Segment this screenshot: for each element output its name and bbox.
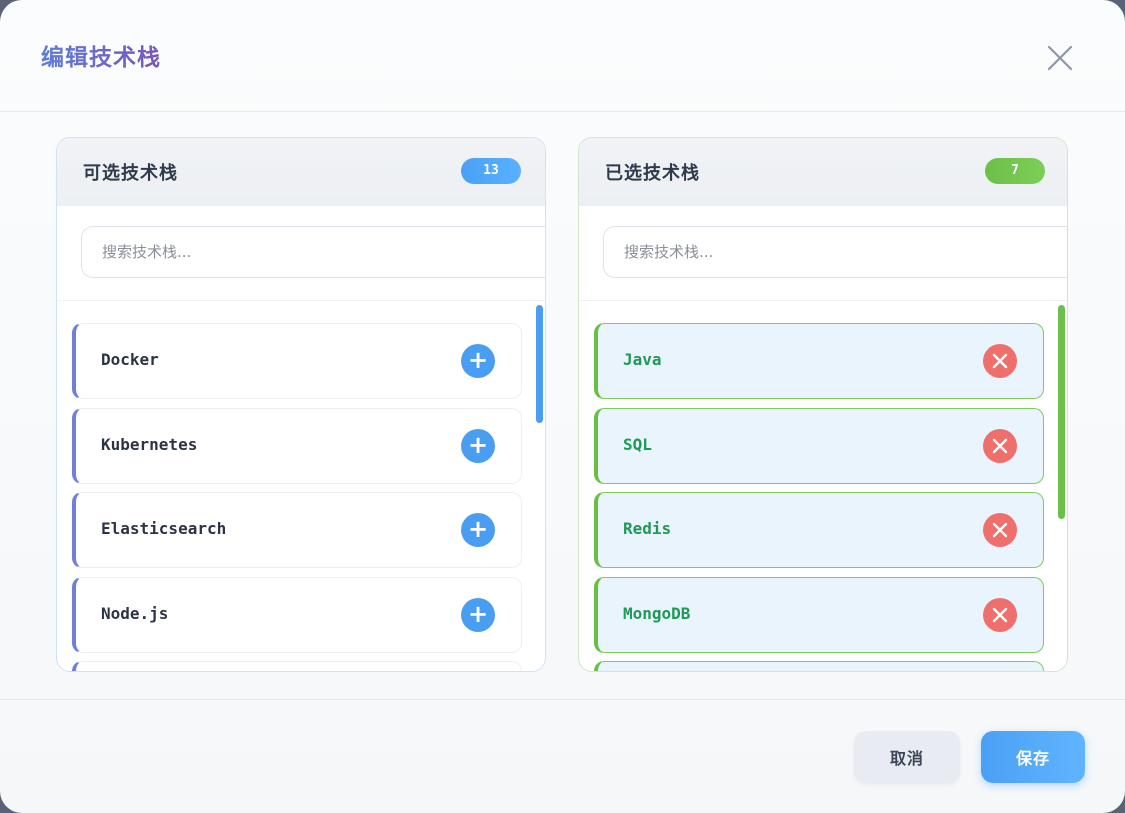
add-button[interactable]: + xyxy=(461,429,495,463)
dialog-title: 编辑技术栈 xyxy=(41,38,161,72)
item-label: MongoDB xyxy=(623,604,691,623)
available-item-elasticsearch[interactable]: Elasticsearch + xyxy=(72,492,522,568)
item-label: Kubernetes xyxy=(101,435,198,454)
close-icon xyxy=(992,438,1008,454)
available-panel-title: 可选技术栈 xyxy=(83,163,178,184)
close-icon xyxy=(992,353,1008,369)
available-scrollbar[interactable] xyxy=(536,305,543,423)
selected-item-mongodb[interactable]: MongoDB xyxy=(594,577,1044,653)
available-item-nodejs[interactable]: Node.js + xyxy=(72,577,522,653)
add-button[interactable]: + xyxy=(461,344,495,378)
plus-icon: + xyxy=(467,600,489,628)
available-count-badge: 13 xyxy=(461,158,521,184)
add-button[interactable]: + xyxy=(461,513,495,547)
cancel-button[interactable]: 取消 xyxy=(854,731,960,783)
available-panel: 可选技术栈 13 Docker + Kubernetes + Elasticse… xyxy=(56,137,546,672)
selected-search-input[interactable] xyxy=(603,226,1067,278)
plus-icon: + xyxy=(467,346,489,374)
dialog-header: 编辑技术栈 xyxy=(0,0,1125,112)
available-item-partial[interactable] xyxy=(72,661,522,671)
available-item-docker[interactable]: Docker + xyxy=(72,323,522,399)
item-label: Redis xyxy=(623,519,672,538)
selected-list: Java SQL Redis MongoDB xyxy=(579,301,1067,671)
available-search-input[interactable] xyxy=(81,226,545,278)
item-label: SQL xyxy=(623,435,652,454)
save-button[interactable]: 保存 xyxy=(981,731,1085,783)
selected-item-partial[interactable] xyxy=(594,661,1044,671)
item-label: Java xyxy=(623,350,662,369)
plus-icon: + xyxy=(467,515,489,543)
close-icon xyxy=(992,522,1008,538)
add-button[interactable]: + xyxy=(461,598,495,632)
remove-button[interactable] xyxy=(983,513,1017,547)
available-search-area xyxy=(57,206,545,301)
remove-button[interactable] xyxy=(983,429,1017,463)
plus-icon: + xyxy=(467,431,489,459)
close-button[interactable] xyxy=(1040,38,1080,78)
selected-panel: 已选技术栈 7 Java SQL xyxy=(578,137,1068,672)
available-panel-header: 可选技术栈 13 xyxy=(57,138,545,206)
selected-panel-header: 已选技术栈 7 xyxy=(579,138,1067,206)
selected-item-java[interactable]: Java xyxy=(594,323,1044,399)
edit-tech-stack-dialog: 编辑技术栈 可选技术栈 13 Docker + xyxy=(0,0,1125,813)
available-list: Docker + Kubernetes + Elasticsearch + No… xyxy=(57,301,545,671)
selected-count-badge: 7 xyxy=(985,158,1045,184)
item-label: Node.js xyxy=(101,604,169,623)
remove-button[interactable] xyxy=(983,344,1017,378)
close-icon xyxy=(1047,45,1073,71)
selected-item-sql[interactable]: SQL xyxy=(594,408,1044,484)
selected-scrollbar[interactable] xyxy=(1058,305,1065,519)
item-label: Docker xyxy=(101,350,159,369)
selected-panel-title: 已选技术栈 xyxy=(605,163,700,184)
available-item-kubernetes[interactable]: Kubernetes + xyxy=(72,408,522,484)
selected-search-area xyxy=(579,206,1067,301)
dialog-body: 可选技术栈 13 Docker + Kubernetes + Elasticse… xyxy=(0,112,1125,672)
item-label: Elasticsearch xyxy=(101,519,227,538)
close-icon xyxy=(992,607,1008,623)
dialog-footer: 取消 保存 xyxy=(0,699,1125,813)
selected-item-redis[interactable]: Redis xyxy=(594,492,1044,568)
remove-button[interactable] xyxy=(983,598,1017,632)
